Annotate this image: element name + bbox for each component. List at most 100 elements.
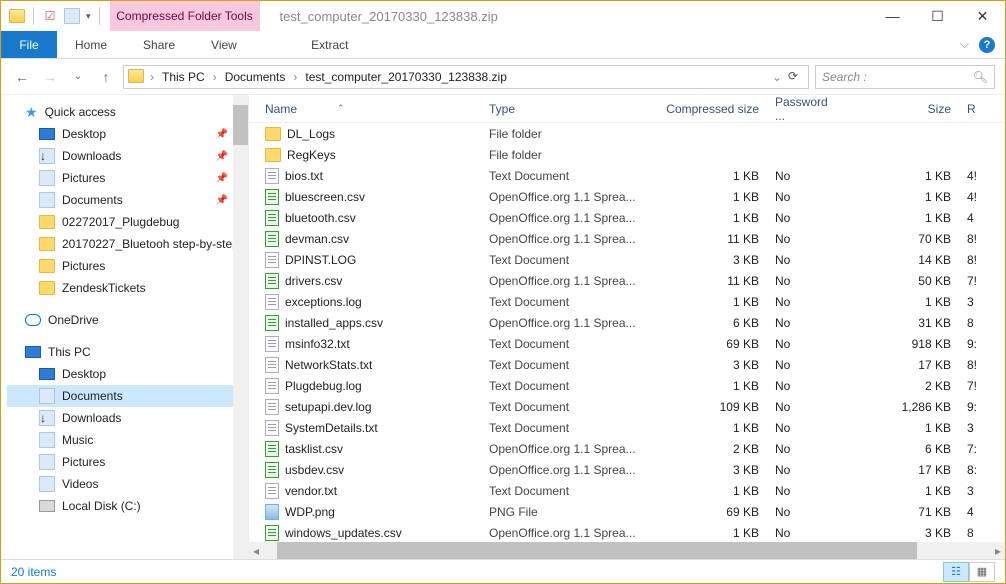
address-bar[interactable]: › This PC › Documents › test_computer_20… [123, 65, 809, 89]
scroll-left-icon[interactable]: ◂ [249, 544, 263, 558]
nav-onedrive[interactable]: OneDrive [7, 309, 248, 331]
column-password[interactable]: Password ... [767, 95, 847, 123]
file-password: No [767, 274, 847, 288]
search-icon[interactable]: 🔍︎ [973, 70, 988, 84]
file-name: Plugdebug.log [285, 379, 362, 393]
table-row[interactable]: WDP.pngPNG File69 KBNo71 KB4 [249, 501, 1005, 522]
file-name: bluescreen.csv [285, 190, 365, 204]
new-folder-icon[interactable] [64, 8, 80, 24]
nav-folder[interactable]: 02272017_Plugdebug [7, 211, 248, 233]
nav-pc-documents[interactable]: Documents [7, 385, 248, 407]
nav-quick-access[interactable]: ★Quick access [7, 101, 248, 123]
details-view-button[interactable]: ☷ [943, 562, 969, 582]
table-row[interactable]: tasklist.csvOpenOffice.org 1.1 Sprea...2… [249, 438, 1005, 459]
table-row[interactable]: installed_apps.csvOpenOffice.org 1.1 Spr… [249, 312, 1005, 333]
file-type: Text Document [481, 484, 639, 498]
table-row[interactable]: bios.txtText Document1 KBNo1 KB4! [249, 165, 1005, 186]
table-row[interactable]: usbdev.csvOpenOffice.org 1.1 Sprea...3 K… [249, 459, 1005, 480]
table-row[interactable]: NetworkStats.txtText Document3 KBNo17 KB… [249, 354, 1005, 375]
maximize-button[interactable]: ☐ [915, 1, 960, 31]
breadcrumb-segment[interactable]: test_computer_20170330_123838.zip [299, 70, 513, 84]
large-icons-view-button[interactable]: ▦ [969, 562, 995, 582]
home-tab[interactable]: Home [57, 31, 125, 58]
minimize-button[interactable]: ― [870, 1, 915, 31]
nav-downloads[interactable]: ↓Downloads📌 [7, 145, 248, 167]
column-type[interactable]: Type [481, 102, 639, 116]
nav-scrollbar-thumb[interactable] [233, 105, 248, 145]
up-button[interactable]: ↑ [95, 66, 117, 88]
nav-label: Downloads [62, 411, 121, 425]
properties-icon[interactable]: ☑ [42, 8, 58, 24]
table-row[interactable]: bluetooth.csvOpenOffice.org 1.1 Sprea...… [249, 207, 1005, 228]
window-title: test_computer_20170330_123838.zip [260, 1, 870, 31]
table-row[interactable]: DL_LogsFile folder [249, 123, 1005, 144]
nav-scrollbar[interactable] [233, 95, 248, 559]
file-tab[interactable]: File [1, 31, 57, 58]
recent-locations-icon[interactable]: ⌄ [67, 66, 89, 88]
table-row[interactable]: Plugdebug.logText Document1 KBNo2 KB7! [249, 375, 1005, 396]
table-row[interactable]: devman.csvOpenOffice.org 1.1 Sprea...11 … [249, 228, 1005, 249]
column-ratio[interactable]: R [959, 102, 1005, 116]
nav-local-disk[interactable]: Local Disk (C:) [7, 495, 248, 517]
table-row[interactable]: drivers.csvOpenOffice.org 1.1 Sprea...11… [249, 270, 1005, 291]
refresh-icon[interactable]: ⟳ [788, 69, 804, 85]
nav-desktop[interactable]: Desktop📌 [7, 123, 248, 145]
search-input[interactable]: Search : 🔍︎ [815, 65, 995, 89]
address-dropdown-icon[interactable]: ⌄ [772, 70, 782, 84]
nav-pc-videos[interactable]: Videos [7, 473, 248, 495]
breadcrumb-segment[interactable]: This PC [156, 70, 211, 84]
breadcrumb-segment[interactable]: Documents [219, 70, 292, 84]
nav-label: 20170227_Bluetooh step-by-step [62, 237, 239, 251]
horizontal-scrollbar[interactable]: ◂ ▸ [249, 542, 1005, 559]
nav-pc-music[interactable]: Music [7, 429, 248, 451]
pc-icon [25, 346, 41, 358]
nav-pictures[interactable]: Pictures📌 [7, 167, 248, 189]
chevron-right-icon[interactable]: › [213, 70, 217, 84]
share-tab[interactable]: Share [125, 31, 193, 58]
table-row[interactable]: windows_updates.csvOpenOffice.org 1.1 Sp… [249, 522, 1005, 542]
table-row[interactable]: bluescreen.csvOpenOffice.org 1.1 Sprea..… [249, 186, 1005, 207]
table-row[interactable]: SystemDetails.txtText Document1 KBNo1 KB… [249, 417, 1005, 438]
scroll-right-icon[interactable]: ▸ [991, 544, 1005, 558]
ribbon-expand-icon[interactable]: ⌵ [960, 37, 969, 52]
file-type: Text Document [481, 358, 639, 372]
table-row[interactable]: vendor.txtText Document1 KBNo1 KB3 [249, 480, 1005, 501]
help-icon[interactable]: ? [979, 37, 995, 53]
nav-folder[interactable]: Pictures [7, 255, 248, 277]
nav-documents[interactable]: Documents📌 [7, 189, 248, 211]
close-button[interactable]: ✕ [960, 1, 1005, 31]
column-name[interactable]: Name⌃ [257, 102, 481, 116]
table-row[interactable]: msinfo32.txtText Document69 KBNo918 KB9: [249, 333, 1005, 354]
column-compressed-size[interactable]: Compressed size [639, 102, 767, 116]
nav-pc-desktop[interactable]: Desktop [7, 363, 248, 385]
nav-label: Local Disk (C:) [62, 499, 141, 513]
chevron-right-icon[interactable]: › [150, 70, 154, 84]
nav-folder[interactable]: 20170227_Bluetooh step-by-step [7, 233, 248, 255]
column-size[interactable]: Size [847, 102, 959, 116]
nav-label: Pictures [62, 455, 105, 469]
scrollbar-thumb[interactable] [277, 542, 917, 559]
search-placeholder: Search : [822, 70, 973, 84]
chevron-right-icon[interactable]: › [293, 70, 297, 84]
file-size: 1 KB [847, 421, 959, 435]
nav-pc-downloads[interactable]: ↓Downloads [7, 407, 248, 429]
nav-label: Videos [62, 477, 98, 491]
nav-pc-pictures[interactable]: Pictures [7, 451, 248, 473]
forward-button[interactable]: → [39, 66, 61, 88]
table-row[interactable]: setupapi.dev.logText Document109 KBNo1,2… [249, 396, 1005, 417]
nav-this-pc[interactable]: This PC [7, 341, 248, 363]
table-row[interactable]: RegKeysFile folder [249, 144, 1005, 165]
folder-icon [39, 237, 55, 251]
desktop-icon [39, 368, 55, 380]
extract-tab[interactable]: Extract [255, 31, 405, 58]
file-password: No [767, 484, 847, 498]
table-row[interactable]: DPINST.LOGText Document3 KBNo14 KB8! [249, 249, 1005, 270]
file-password: No [767, 232, 847, 246]
view-tab[interactable]: View [193, 31, 255, 58]
nav-folder[interactable]: ZendeskTickets [7, 277, 248, 299]
qat-dropdown-icon[interactable]: ▾ [86, 11, 91, 22]
back-button[interactable]: ← [11, 66, 33, 88]
file-size: 71 KB [847, 505, 959, 519]
table-row[interactable]: exceptions.logText Document1 KBNo1 KB3 [249, 291, 1005, 312]
ribbon-tabs: File Home Share View Extract ⌵ ? [1, 31, 1005, 59]
